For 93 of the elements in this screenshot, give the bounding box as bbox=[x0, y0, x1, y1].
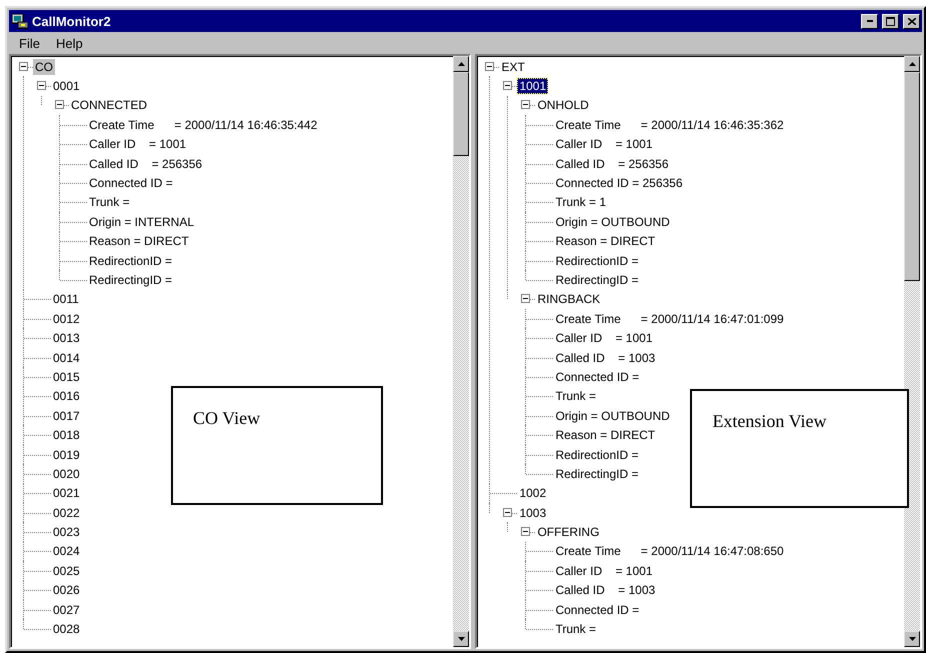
tree-item[interactable]: Caller ID = 1001 bbox=[553, 330, 654, 346]
scroll-up-button[interactable] bbox=[904, 56, 920, 72]
tree-item[interactable]: OFFERING bbox=[535, 524, 602, 540]
down-arrow-icon bbox=[908, 637, 916, 641]
tree-item[interactable]: Create Time = 2000/11/14 16:46:35:362 bbox=[553, 116, 786, 133]
app-icon bbox=[12, 13, 28, 29]
tree-item[interactable]: Trunk = 1 bbox=[553, 194, 608, 210]
tree-item[interactable]: Connected ID = bbox=[553, 602, 642, 618]
tree-item[interactable]: 0022 bbox=[51, 504, 82, 521]
tree-item[interactable]: 0014 bbox=[51, 350, 82, 366]
tree-item[interactable]: Called ID = 1003 bbox=[553, 582, 658, 598]
scroll-thumb[interactable] bbox=[904, 72, 920, 281]
scroll-up-button[interactable] bbox=[453, 56, 470, 72]
tree-item[interactable]: Called ID = 1003 bbox=[553, 350, 658, 366]
tree-item[interactable]: CO bbox=[33, 58, 55, 75]
scroll-thumb[interactable] bbox=[453, 72, 470, 156]
tree-item[interactable]: RedirectingID = bbox=[553, 466, 640, 482]
tree-item[interactable]: RINGBACK bbox=[535, 291, 602, 308]
tree-item[interactable]: ONHOLD bbox=[535, 97, 591, 114]
tree-item[interactable]: Caller ID = 1001 bbox=[553, 562, 654, 579]
tree-item[interactable]: Trunk = bbox=[553, 388, 598, 404]
down-arrow-icon bbox=[458, 637, 465, 641]
tree-item[interactable]: Caller ID = 1001 bbox=[553, 136, 654, 152]
tree-item[interactable]: 1002 bbox=[517, 485, 548, 502]
minimize-button[interactable] bbox=[861, 14, 878, 28]
tree-item[interactable]: Origin = OUTBOUND bbox=[553, 214, 672, 230]
tree-item[interactable]: Reason = DIRECT bbox=[553, 233, 658, 250]
tree-item[interactable]: CONNECTED bbox=[69, 97, 150, 114]
tree-item[interactable]: Connected ID = 256356 bbox=[553, 175, 685, 192]
tree-item[interactable]: Origin = OUTBOUND bbox=[553, 408, 672, 424]
menu-item[interactable]: Help bbox=[50, 34, 89, 52]
tree-item[interactable]: Create Time = 2000/11/14 16:47:01:099 bbox=[553, 310, 786, 327]
tree-item[interactable]: Create Time = 2000/11/14 16:46:35:442 bbox=[87, 116, 320, 133]
tree-item[interactable]: Trunk = bbox=[87, 194, 132, 210]
tree-item[interactable]: 0011 bbox=[51, 291, 81, 308]
maximize-button[interactable] bbox=[882, 14, 899, 28]
tree-item[interactable]: Caller ID = 1001 bbox=[87, 136, 188, 152]
tree-item[interactable]: RedirectionID = bbox=[87, 252, 174, 269]
tree-item[interactable]: Trunk = bbox=[553, 621, 598, 638]
tree-item[interactable]: 0019 bbox=[51, 446, 82, 462]
tree-item[interactable]: 0015 bbox=[51, 368, 82, 385]
tree-item[interactable]: Reason = DIRECT bbox=[553, 427, 658, 444]
scroll-down-button[interactable] bbox=[453, 631, 470, 647]
tree-item[interactable]: EXT bbox=[499, 58, 527, 75]
tree-item[interactable]: Called ID = 256356 bbox=[87, 156, 204, 172]
window-title: CallMonitor2 bbox=[32, 14, 112, 28]
collapse-icon[interactable] bbox=[521, 100, 530, 110]
collapse-icon[interactable] bbox=[503, 508, 512, 517]
tree-item[interactable]: RedirectionID = bbox=[553, 446, 640, 462]
tree-item[interactable]: 0028 bbox=[51, 621, 82, 638]
collapse-icon[interactable] bbox=[485, 62, 494, 71]
annotation-label: Extension View bbox=[712, 411, 827, 431]
close-button[interactable] bbox=[903, 14, 920, 28]
tree-item[interactable]: 0024 bbox=[51, 543, 82, 560]
tree-item[interactable]: Connected ID = bbox=[87, 175, 175, 192]
tree-item[interactable]: Called ID = 256356 bbox=[553, 156, 671, 172]
tree-item[interactable]: 0027 bbox=[51, 602, 82, 618]
vertical-scrollbar[interactable] bbox=[904, 56, 920, 647]
minimize-icon bbox=[866, 20, 872, 22]
tree-item[interactable]: 0026 bbox=[51, 582, 82, 598]
close-icon bbox=[908, 18, 916, 24]
collapse-icon[interactable] bbox=[521, 294, 530, 304]
collapse-icon[interactable] bbox=[19, 62, 28, 71]
tree-item[interactable]: Create Time = 2000/11/14 16:47:08:650 bbox=[553, 543, 786, 560]
tree-item[interactable]: 0025 bbox=[51, 562, 82, 579]
annotation-label: CO View bbox=[193, 408, 260, 428]
tree-item[interactable]: Origin = INTERNAL bbox=[87, 214, 196, 230]
tree-item[interactable]: RedirectionID = bbox=[553, 252, 640, 269]
tree-item[interactable]: 1001 bbox=[517, 78, 548, 94]
tree-item[interactable]: RedirectingID = bbox=[553, 272, 640, 288]
tree-item[interactable]: 0016 bbox=[51, 388, 82, 404]
collapse-icon[interactable] bbox=[55, 100, 64, 110]
vertical-scrollbar[interactable] bbox=[453, 56, 470, 647]
tree-item[interactable]: 0021 bbox=[51, 485, 82, 502]
up-arrow-icon bbox=[908, 62, 916, 66]
collapse-icon[interactable] bbox=[503, 81, 512, 90]
maximize-icon bbox=[886, 16, 895, 26]
tree-item[interactable]: 0018 bbox=[51, 427, 82, 444]
tree-item[interactable]: 0020 bbox=[51, 466, 82, 482]
collapse-icon[interactable] bbox=[37, 81, 46, 90]
menu-item[interactable]: File bbox=[13, 34, 46, 52]
tree-item[interactable]: Connected ID = bbox=[553, 368, 642, 385]
tree-item[interactable]: 0023 bbox=[51, 524, 82, 540]
tree-item[interactable]: 0013 bbox=[51, 330, 82, 346]
up-arrow-icon bbox=[458, 62, 465, 66]
tree-item[interactable]: 0012 bbox=[51, 310, 82, 327]
tree-item[interactable]: 0017 bbox=[51, 408, 82, 424]
tree-item[interactable]: 1003 bbox=[517, 504, 548, 521]
collapse-icon[interactable] bbox=[521, 527, 530, 536]
tree-item[interactable]: RedirectingID = bbox=[87, 272, 174, 288]
scroll-down-button[interactable] bbox=[904, 631, 920, 647]
tree-item[interactable]: Reason = DIRECT bbox=[87, 233, 191, 250]
tree-item[interactable]: 0001 bbox=[51, 78, 82, 94]
